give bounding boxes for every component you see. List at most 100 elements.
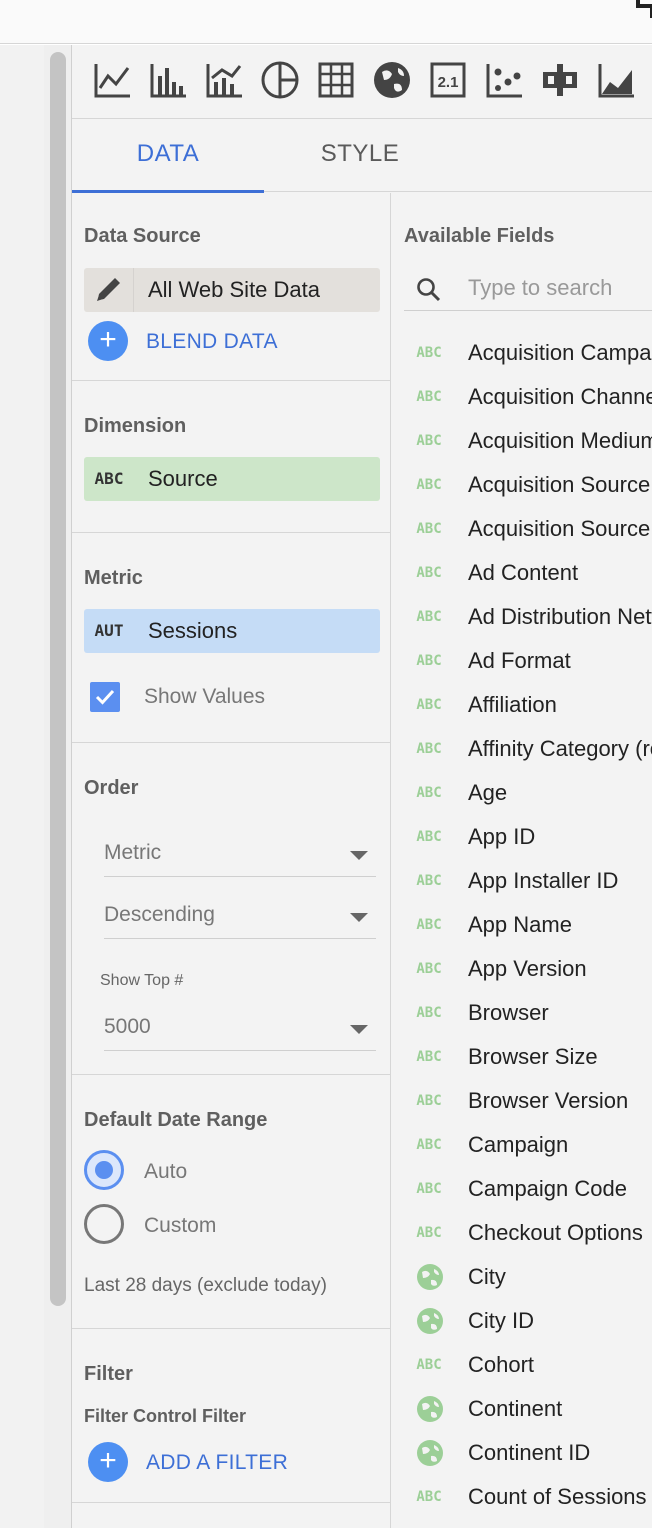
field-item-label: Cohort bbox=[468, 1352, 535, 1377]
field-item[interactable]: ABC Ad Distribution Network bbox=[404, 595, 652, 639]
field-item[interactable]: ABC Browser Version bbox=[404, 1079, 652, 1123]
field-item-label: App Version bbox=[468, 956, 587, 981]
field-item[interactable]: ABC Browser bbox=[404, 991, 652, 1035]
text-type-icon: ABC bbox=[416, 829, 442, 845]
properties-panel: 2.1 DATA STYLE Data Source All Web Site … bbox=[72, 45, 652, 1528]
bar-chart-icon[interactable] bbox=[148, 58, 188, 102]
dimension-chip[interactable]: ABC Source bbox=[84, 457, 380, 501]
field-item[interactable]: ABC Browser Size bbox=[404, 1035, 652, 1079]
date-range-section: Default Date Range Auto Custom Last 28 d… bbox=[72, 1075, 390, 1329]
field-item[interactable]: ABC Acquisition Medium bbox=[404, 419, 652, 463]
field-item[interactable]: Continent bbox=[404, 1387, 652, 1431]
field-item-label: App Name bbox=[468, 912, 572, 937]
date-range-note: Last 28 days (exclude today) bbox=[84, 1275, 327, 1296]
field-item[interactable]: ABC Ad Format bbox=[404, 639, 652, 683]
field-item-label: Ad Distribution Network bbox=[468, 604, 652, 629]
text-type-icon: ABC bbox=[94, 469, 124, 488]
field-item[interactable]: ABC App Installer ID bbox=[404, 859, 652, 903]
tab-data[interactable]: DATA bbox=[72, 120, 264, 193]
field-item-label: Campaign Code bbox=[468, 1176, 627, 1201]
dimension-title: Dimension bbox=[84, 415, 187, 437]
data-source-name: All Web Site Data bbox=[148, 277, 321, 302]
field-item[interactable]: City ID bbox=[404, 1299, 652, 1343]
text-type-icon: ABC bbox=[416, 1093, 442, 1109]
field-item[interactable]: ABC Acquisition Campaign bbox=[404, 331, 652, 375]
field-item[interactable]: ABC Affiliation bbox=[404, 683, 652, 727]
text-type-icon: ABC bbox=[416, 697, 442, 713]
field-item[interactable]: ABC Campaign Code bbox=[404, 1167, 652, 1211]
text-type-icon: ABC bbox=[416, 917, 442, 933]
text-type-icon: ABC bbox=[416, 1049, 442, 1065]
field-item-label: Continent ID bbox=[468, 1440, 591, 1465]
sort-field-select[interactable]: Metric bbox=[104, 833, 376, 877]
field-item[interactable]: ABC Acquisition Source / Medium bbox=[404, 507, 652, 551]
show-top-select[interactable]: 5000 bbox=[104, 1007, 376, 1051]
globe-icon bbox=[417, 1308, 443, 1334]
bullet-chart-icon[interactable] bbox=[540, 58, 580, 102]
filter-section: Filter Filter Control Filter + ADD A FIL… bbox=[72, 1329, 390, 1503]
search-input[interactable]: Type to search bbox=[468, 275, 612, 301]
add-filter-plus-icon[interactable]: + bbox=[88, 1442, 128, 1482]
filter-title: Filter bbox=[84, 1363, 133, 1385]
field-item-label: Continent bbox=[468, 1396, 563, 1421]
field-item-label: Acquisition Medium bbox=[468, 428, 652, 453]
field-item[interactable]: ABC App ID bbox=[404, 815, 652, 859]
metric-name: Sessions bbox=[148, 618, 238, 643]
field-item[interactable]: ABC Age bbox=[404, 771, 652, 815]
field-item[interactable]: ABC Ad Content bbox=[404, 551, 652, 595]
tab-style[interactable]: STYLE bbox=[264, 120, 456, 192]
globe-icon bbox=[417, 1396, 443, 1422]
edit-pencil-icon[interactable] bbox=[84, 268, 134, 312]
field-item-label: City ID bbox=[468, 1308, 534, 1333]
field-item[interactable]: Continent ID bbox=[404, 1431, 652, 1475]
custom-radio[interactable] bbox=[84, 1204, 124, 1244]
field-item-label: Age bbox=[468, 780, 508, 805]
data-source-chip[interactable]: All Web Site Data bbox=[84, 268, 380, 312]
field-item[interactable]: ABC App Name bbox=[404, 903, 652, 947]
combo-chart-icon[interactable] bbox=[204, 58, 244, 102]
aggregation-type-icon: AUT bbox=[94, 621, 124, 640]
field-item-label: Ad Content bbox=[468, 560, 579, 585]
pie-chart-icon[interactable] bbox=[260, 58, 300, 102]
show-values-checkbox[interactable] bbox=[90, 682, 120, 712]
custom-radio-label: Custom bbox=[144, 1214, 217, 1237]
order-section: Order Metric Descending Show Top # 5000 bbox=[72, 743, 390, 1075]
order-title: Order bbox=[84, 777, 139, 799]
field-item[interactable]: ABC App Version bbox=[404, 947, 652, 991]
field-item-label: Affiliation bbox=[468, 692, 557, 717]
show-values-label: Show Values bbox=[144, 685, 266, 708]
corner-icon bbox=[636, 0, 652, 18]
radio-dot-icon bbox=[95, 1161, 113, 1179]
add-filter-button[interactable]: ADD A FILTER bbox=[146, 1451, 288, 1475]
text-type-icon: ABC bbox=[416, 741, 442, 757]
field-item[interactable]: ABC Acquisition Channel bbox=[404, 375, 652, 419]
blend-data-button[interactable]: BLEND DATA bbox=[146, 330, 278, 354]
date-range-title: Default Date Range bbox=[84, 1109, 268, 1131]
sort-direction-select[interactable]: Descending bbox=[104, 895, 376, 939]
area-chart-icon[interactable] bbox=[596, 58, 636, 102]
text-type-icon: ABC bbox=[416, 785, 442, 801]
field-item[interactable]: ABC Campaign bbox=[404, 1123, 652, 1167]
scorecard-icon-text: 2.1 bbox=[438, 74, 459, 91]
blend-data-plus-icon[interactable]: + bbox=[88, 321, 128, 361]
field-item-label: Browser Version bbox=[468, 1088, 629, 1113]
table-icon[interactable] bbox=[316, 58, 356, 102]
field-item-label: App ID bbox=[468, 824, 536, 849]
field-item[interactable]: ABC Acquisition Source bbox=[404, 463, 652, 507]
field-item[interactable]: ABC Affinity Category (reach) bbox=[404, 727, 652, 771]
dimension-name: Source bbox=[148, 466, 218, 491]
field-item[interactable]: ABC Count of Sessions bbox=[404, 1475, 652, 1519]
auto-radio[interactable] bbox=[84, 1150, 124, 1190]
text-type-icon: ABC bbox=[416, 1489, 442, 1505]
scorecard-icon[interactable]: 2.1 bbox=[428, 58, 468, 102]
field-search[interactable]: Type to search bbox=[404, 267, 652, 311]
metric-chip[interactable]: AUT Sessions bbox=[84, 609, 380, 653]
field-item[interactable]: ABC Checkout Options bbox=[404, 1211, 652, 1255]
field-item[interactable]: City bbox=[404, 1255, 652, 1299]
field-item-label: Acquisition Source / Medium bbox=[468, 516, 652, 541]
scatter-chart-icon[interactable] bbox=[484, 58, 524, 102]
field-item[interactable]: ABC Cohort bbox=[404, 1343, 652, 1387]
panel-scrollbar-thumb[interactable] bbox=[50, 52, 66, 1306]
time-series-icon[interactable] bbox=[92, 58, 132, 102]
geo-map-icon[interactable] bbox=[372, 58, 412, 102]
